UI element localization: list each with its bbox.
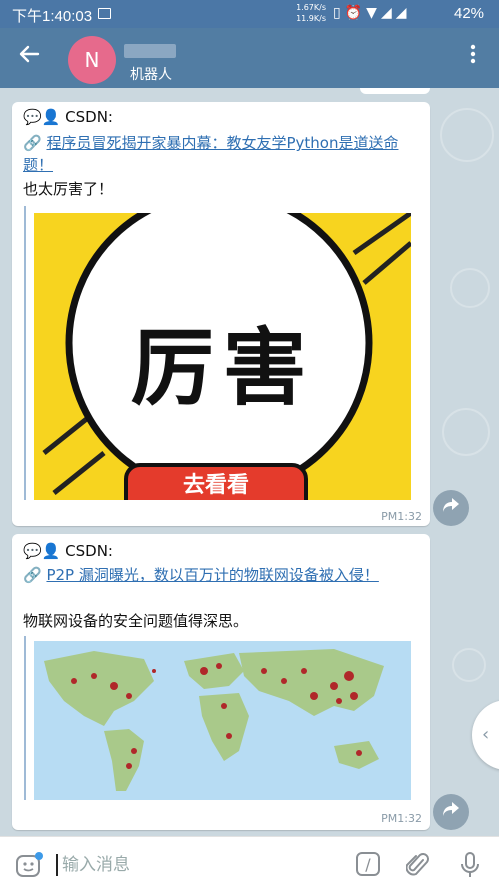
article-link[interactable]: 🔗 程序员冒死揭开家暴内幕：教女友学Python是道送命题！: [23, 132, 425, 176]
article-link-text[interactable]: 程序员冒死揭开家暴内幕：教女友学Python是道送命题！: [23, 134, 398, 174]
message-header: 💬👤 CSDN:: [23, 108, 113, 126]
bot-command-icon[interactable]: /: [354, 851, 382, 879]
message-composer: /: [0, 836, 499, 891]
status-bar: 下午1:40:03 1.67K/s 11.9K/s ▯⏰▼◢◢ 42%: [0, 0, 499, 28]
microphone-icon[interactable]: [456, 851, 484, 879]
message-body: 物联网设备的安全问题值得深思。: [23, 612, 249, 630]
chat-avatar[interactable]: N: [68, 36, 116, 84]
back-arrow-icon[interactable]: [14, 42, 44, 72]
message-bubble[interactable]: 💬👤 CSDN: 🔗 P2P 漏洞曝光，数以百万计的物联网设备被入侵！ 物联网设…: [12, 534, 430, 830]
link-preview-map-image[interactable]: [34, 641, 411, 800]
link-preview-image[interactable]: 厉害 去看看: [34, 213, 411, 500]
person-icon: 👤: [41, 542, 61, 560]
battery-level: 42%: [454, 5, 485, 22]
background-doodle: [450, 268, 490, 308]
network-speed: 1.67K/s 11.9K/s: [290, 2, 326, 24]
speech-bubble-icon: 💬: [23, 542, 42, 560]
signal-icon: ◢: [380, 5, 396, 21]
message-bubble[interactable]: 💬👤 CSDN: 🔗 程序员冒死揭开家暴内幕：教女友学Python是道送命题！ …: [12, 102, 430, 526]
article-link[interactable]: 🔗 P2P 漏洞曝光，数以百万计的物联网设备被入侵！: [23, 564, 425, 586]
app-bar: N 机器人: [0, 28, 499, 88]
more-options-icon[interactable]: [462, 44, 484, 72]
chat-subtitle: 机器人: [130, 67, 172, 83]
message-time: PM1:32: [381, 812, 422, 825]
link-icon: 🔗: [23, 566, 42, 584]
speed-down: 11.9K/s: [296, 14, 326, 23]
message-source: CSDN:: [65, 542, 113, 560]
speed-up: 1.67K/s: [296, 3, 326, 12]
chat-title-redacted[interactable]: [124, 44, 176, 58]
speech-bubble-icon: 💬: [23, 108, 42, 126]
previous-message-tail: [360, 88, 430, 94]
image-notification-icon: [98, 8, 111, 19]
vibrate-icon: ▯: [333, 5, 345, 21]
article-link-text[interactable]: P2P 漏洞曝光，数以百万计的物联网设备被入侵！: [46, 566, 378, 584]
preview-image-button-text: 去看看: [182, 473, 249, 498]
status-icons: ▯⏰▼◢◢: [333, 5, 411, 21]
share-icon[interactable]: [433, 794, 469, 830]
wifi-icon: ▼: [366, 5, 381, 21]
share-icon[interactable]: [433, 490, 469, 526]
background-doodle: [440, 108, 494, 162]
world-map-graphic: [34, 641, 411, 800]
preview-image-caption: 厉害: [130, 319, 315, 417]
alarm-icon: ⏰: [344, 5, 367, 21]
message-body: 也太厉害了！: [23, 180, 114, 198]
message-header: 💬👤 CSDN:: [23, 542, 113, 560]
message-input[interactable]: [60, 849, 344, 881]
link-preview-rail: [24, 636, 26, 800]
background-doodle: [452, 648, 486, 682]
background-doodle: [442, 408, 490, 456]
attach-icon[interactable]: [404, 851, 432, 879]
status-time: 下午1:40:03: [12, 8, 93, 25]
signal-2-icon: ◢: [395, 5, 411, 21]
chevron-left-icon: ‹: [482, 724, 490, 745]
message-time: PM1:32: [381, 510, 422, 523]
bot-command-symbol: /: [365, 855, 371, 874]
text-cursor: [56, 854, 58, 876]
sticker-icon[interactable]: [14, 851, 44, 879]
link-preview-rail: [24, 206, 26, 500]
message-source: CSDN:: [65, 108, 113, 126]
person-icon: 👤: [41, 108, 61, 126]
chat-area[interactable]: 💬👤 CSDN: 🔗 程序员冒死揭开家暴内幕：教女友学Python是道送命题！ …: [0, 88, 499, 836]
link-icon: 🔗: [23, 134, 42, 152]
